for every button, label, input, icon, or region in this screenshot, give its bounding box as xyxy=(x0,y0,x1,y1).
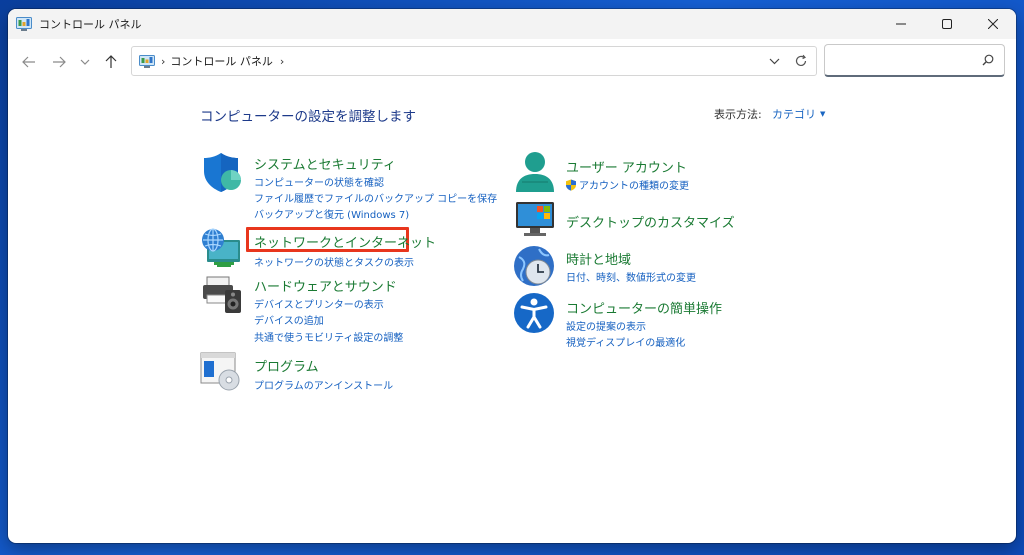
control-panel-window: コントロール パネル › コントロール パネル › コンピューターの設定を調整し… xyxy=(8,9,1016,543)
monitor-icon[interactable] xyxy=(514,198,556,240)
control-panel-icon xyxy=(16,17,32,31)
change-account-type-link[interactable]: アカウントの種類の変更 xyxy=(565,177,689,192)
window-title: コントロール パネル xyxy=(39,18,142,31)
programs-link[interactable]: プログラム xyxy=(254,356,319,375)
accessibility-icon[interactable] xyxy=(513,292,555,334)
view-by-value[interactable]: カテゴリ xyxy=(772,106,816,122)
arrow-up-icon xyxy=(105,55,117,68)
arrow-right-icon xyxy=(53,56,66,68)
up-button[interactable] xyxy=(96,47,126,77)
search-input[interactable] xyxy=(824,44,1005,77)
minimize-icon xyxy=(896,23,906,25)
address-bar[interactable]: › コントロール パネル › xyxy=(131,46,817,76)
ease-of-access-sublink[interactable]: 視覚ディスプレイの最適化 xyxy=(566,334,685,349)
hardware-sound-link[interactable]: ハードウェアとサウンド xyxy=(254,276,397,295)
hardware-sound-sublink[interactable]: 共通で使うモビリティ設定の調整 xyxy=(254,329,403,344)
chevron-down-icon xyxy=(80,59,90,65)
breadcrumb-separator[interactable]: › xyxy=(280,55,284,68)
close-button[interactable] xyxy=(970,9,1016,39)
view-by-dropdown[interactable]: カテゴリ ▼ xyxy=(772,106,825,122)
control-panel-icon xyxy=(139,54,155,68)
caret-down-icon[interactable]: ▼ xyxy=(820,110,825,118)
appearance-link[interactable]: デスクトップのカスタマイズ xyxy=(566,212,735,231)
minimize-button[interactable] xyxy=(878,9,924,39)
control-panel-content: コンピューターの設定を調整します 表示方法: カテゴリ ▼ システムとセキュリテ… xyxy=(8,85,1016,543)
close-icon xyxy=(988,19,998,29)
breadcrumb-control-panel[interactable]: コントロール パネル xyxy=(170,53,273,69)
back-button[interactable] xyxy=(14,47,44,77)
clock-globe-icon[interactable] xyxy=(513,245,555,287)
system-security-sublink[interactable]: コンピューターの状態を確認 xyxy=(254,174,384,189)
hardware-sound-sublink[interactable]: デバイスの追加 xyxy=(254,312,324,327)
refresh-icon[interactable] xyxy=(794,54,808,68)
maximize-button[interactable] xyxy=(924,9,970,39)
forward-button[interactable] xyxy=(44,47,74,77)
ease-of-access-sublink[interactable]: 設定の提案の表示 xyxy=(566,318,646,333)
network-globe-icon[interactable] xyxy=(200,226,242,268)
system-security-link[interactable]: システムとセキュリティ xyxy=(254,154,396,173)
view-by-label: 表示方法: xyxy=(714,108,762,121)
shield-icon[interactable] xyxy=(201,151,243,193)
chevron-down-icon[interactable] xyxy=(769,56,780,66)
printer-speaker-icon[interactable] xyxy=(201,273,243,315)
system-security-sublink[interactable]: バックアップと復元 (Windows 7) xyxy=(254,206,409,221)
hardware-sound-sublink[interactable]: デバイスとプリンターの表示 xyxy=(254,296,384,311)
change-date-time-link[interactable]: 日付、時刻、数値形式の変更 xyxy=(566,269,696,284)
recent-locations-button[interactable] xyxy=(74,47,96,77)
user-icon[interactable] xyxy=(514,151,556,193)
uac-shield-icon xyxy=(566,179,576,191)
network-internet-link[interactable]: ネットワークとインターネット xyxy=(254,232,436,251)
breadcrumb-separator[interactable]: › xyxy=(161,55,165,68)
programs-disc-icon[interactable] xyxy=(200,350,242,392)
navigation-bar: › コントロール パネル › xyxy=(8,39,1016,85)
title-bar: コントロール パネル xyxy=(8,9,1016,39)
search-icon[interactable] xyxy=(982,54,994,66)
network-status-link[interactable]: ネットワークの状態とタスクの表示 xyxy=(254,254,414,269)
page-title: コンピューターの設定を調整します xyxy=(200,109,416,125)
arrow-left-icon xyxy=(22,56,35,68)
system-security-sublink[interactable]: ファイル履歴でファイルのバックアップ コピーを保存 xyxy=(254,190,497,205)
clock-region-link[interactable]: 時計と地域 xyxy=(566,249,631,268)
uninstall-program-link[interactable]: プログラムのアンインストール xyxy=(254,377,393,392)
change-account-type-label[interactable]: アカウントの種類の変更 xyxy=(579,181,689,192)
ease-of-access-link[interactable]: コンピューターの簡単操作 xyxy=(566,298,722,317)
maximize-icon xyxy=(942,19,952,29)
user-accounts-link[interactable]: ユーザー アカウント xyxy=(566,157,687,176)
